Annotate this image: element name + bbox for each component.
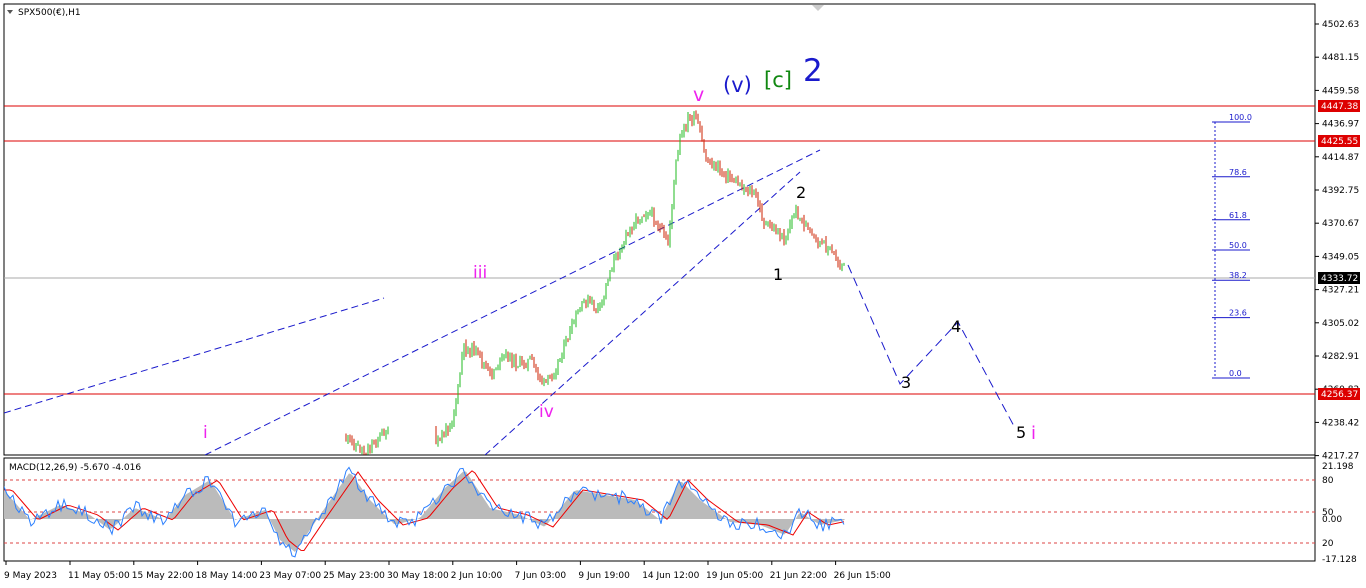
time-tick-label: 14 Jun 12:00 — [642, 571, 699, 581]
wave-label: (v) — [723, 73, 752, 97]
wave-label: iv — [539, 402, 554, 422]
time-tick-label: 30 May 18:00 — [387, 571, 449, 581]
wave-label: 2 — [803, 53, 823, 89]
wave-label: 3 — [901, 373, 911, 392]
time-tick-label: 26 Jun 15:00 — [834, 571, 891, 581]
macd-tick-label: 20 — [1322, 539, 1334, 549]
wave-label: 5 — [1016, 423, 1026, 442]
fib-level-label: 100.0 — [1229, 113, 1252, 122]
macd-tick-label: 21.198 — [1322, 462, 1354, 472]
price-level-badge-label: 4256.37 — [1321, 390, 1358, 400]
fib-level-label: 38.2 — [1229, 271, 1247, 280]
price-level-badge-label: 4425.55 — [1321, 137, 1358, 147]
time-tick-label: 9 May 2023 — [4, 571, 57, 581]
time-tick-label: 2 Jun 10:00 — [451, 571, 503, 581]
price-tick-label: 4392.75 — [1322, 186, 1359, 196]
macd-axis: 21.19880500.0020-17.128 — [1322, 462, 1357, 565]
price-tick-label: 4238.42 — [1322, 418, 1359, 428]
time-tick-label: 21 Jun 22:00 — [770, 571, 827, 581]
price-tick-label: 4459.58 — [1322, 86, 1359, 96]
macd-tick-label: 80 — [1322, 476, 1334, 486]
wave-label: i — [203, 423, 208, 443]
wave-label: i — [1031, 423, 1036, 444]
price-level-badge-label: 4447.38 — [1321, 102, 1358, 112]
time-axis: 9 May 2023 11 May 05:00 15 May 22:00 18 May… — [4, 561, 891, 581]
price-tick-label: 4481.15 — [1322, 53, 1359, 63]
price-tick-label: 4282.91 — [1322, 352, 1359, 362]
wave-label: v — [693, 84, 704, 106]
fib-level-label: 0.0 — [1229, 369, 1242, 378]
price-tick-label: 4327.21 — [1322, 286, 1359, 296]
time-tick-label: 25 May 23:00 — [323, 571, 385, 581]
time-tick-label: 7 Jun 03:00 — [515, 571, 567, 581]
macd-tick-label: -17.128 — [1322, 555, 1357, 565]
time-tick-label: 11 May 05:00 — [68, 571, 130, 581]
price-tick-label: 4502.63 — [1322, 20, 1359, 30]
fib-level-label: 50.0 — [1229, 241, 1247, 250]
time-tick-label: 18 May 14:00 — [196, 571, 258, 581]
wave-label: iii — [473, 263, 487, 283]
symbol-label: SPX500(€),H1 — [18, 8, 81, 18]
fib-level-label: 23.6 — [1229, 309, 1247, 318]
price-tick-label: 4349.05 — [1322, 252, 1359, 262]
time-tick-label: 9 Jun 19:00 — [578, 571, 630, 581]
price-tick-label: 4305.02 — [1322, 319, 1359, 329]
wave-label: 1 — [773, 265, 783, 284]
time-tick-label: 23 May 07:00 — [259, 571, 321, 581]
wave-label: 4 — [951, 317, 961, 336]
price-chart[interactable]: SPX500(€),H1 100.078.661.850.038.223.60.… — [0, 0, 1366, 588]
current-price-badge-label: 4333.72 — [1321, 274, 1358, 284]
wave-label: 2 — [796, 183, 806, 202]
price-tick-label: 4217.27 — [1322, 452, 1359, 462]
time-tick-label: 19 Jun 05:00 — [706, 571, 763, 581]
macd-label: MACD(12,26,9) -5.670 -4.016 — [9, 463, 141, 473]
price-tick-label: 4370.67 — [1322, 219, 1359, 229]
wave-label: [c] — [764, 68, 792, 92]
fib-level-label: 61.8 — [1229, 211, 1247, 220]
price-tick-label: 4414.87 — [1322, 153, 1359, 163]
time-tick-label: 15 May 22:00 — [132, 571, 194, 581]
price-tick-label: 4436.97 — [1322, 120, 1359, 130]
fib-level-label: 78.6 — [1229, 168, 1247, 177]
macd-tick-label: 0.00 — [1322, 515, 1342, 525]
